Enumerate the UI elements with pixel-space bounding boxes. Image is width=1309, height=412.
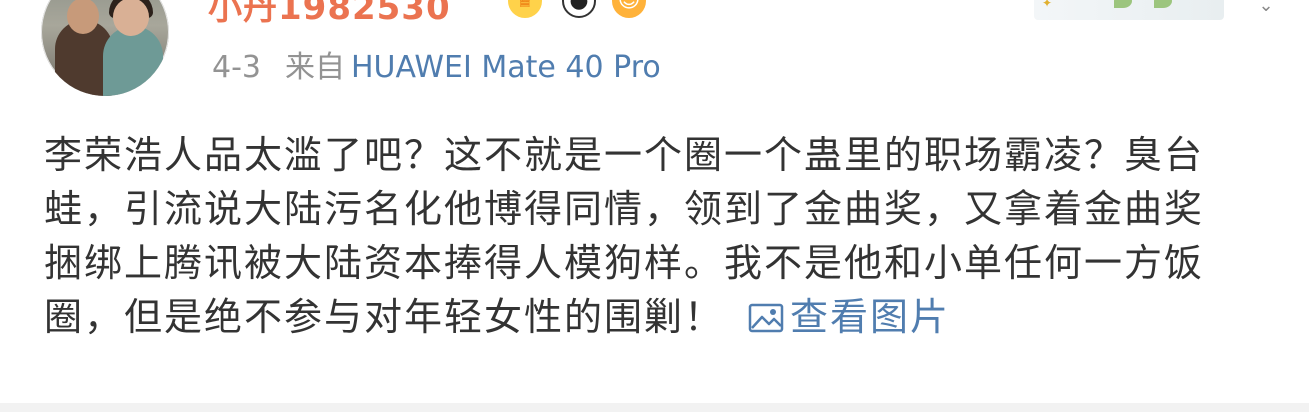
leaf-icon — [1154, 0, 1172, 8]
weibo-post: 小丹1982530 ♛ ● ☺ ✦ ⌄ 4-3 来自 HUAWEI Mate 40 … — [0, 0, 1309, 412]
decorative-card-banner: ✦ — [1034, 0, 1224, 20]
source-prefix: 来自 — [285, 50, 345, 85]
avatar-figure-right — [103, 26, 163, 96]
post-text-line-last: 圈，但是绝不参与对年轻女性的围剿！ 查看图片 — [44, 290, 1269, 344]
username[interactable]: 小丹1982530 — [208, 0, 451, 28]
sun-badge-icon[interactable]: ☺ — [612, 0, 646, 18]
view-pictures-link[interactable]: 查看图片 — [748, 295, 950, 339]
leaf-icon — [1114, 0, 1132, 8]
view-pictures-label: 查看图片 — [790, 295, 951, 339]
post-text-line: 李荣浩人品太滥了吧？这不就是一个圈一个蛊里的职场霸凌？臭台 — [44, 133, 1205, 177]
post-text-line: 蛙，引流说大陆污名化他博得同情，领到了金曲奖，又拿着金曲奖 — [44, 187, 1205, 231]
post-content: 李荣浩人品太滥了吧？这不就是一个圈一个蛊里的职场霸凌？臭台 蛙，引流说大陆污名化… — [44, 128, 1269, 344]
picture-icon — [748, 303, 784, 333]
more-options-icon[interactable]: ⌄ — [1254, 0, 1278, 18]
post-text-line: 捆绑上腾讯被大陆资本捧得人模狗样。我不是他和小单任何一方饭 — [44, 241, 1205, 285]
source-device-link[interactable]: HUAWEI Mate 40 Pro — [351, 50, 661, 85]
post-date: 4-3 — [212, 50, 261, 85]
star-icon: ✦ — [1042, 0, 1053, 10]
panda-badge-icon[interactable]: ● — [562, 0, 596, 18]
post-text: 圈，但是绝不参与对年轻女性的围剿！ — [44, 295, 725, 339]
post-divider — [0, 403, 1309, 412]
post-meta: 4-3 来自 HUAWEI Mate 40 Pro — [212, 48, 661, 88]
avatar[interactable] — [41, 0, 169, 96]
crown-badge-icon[interactable]: ♛ — [508, 0, 542, 18]
